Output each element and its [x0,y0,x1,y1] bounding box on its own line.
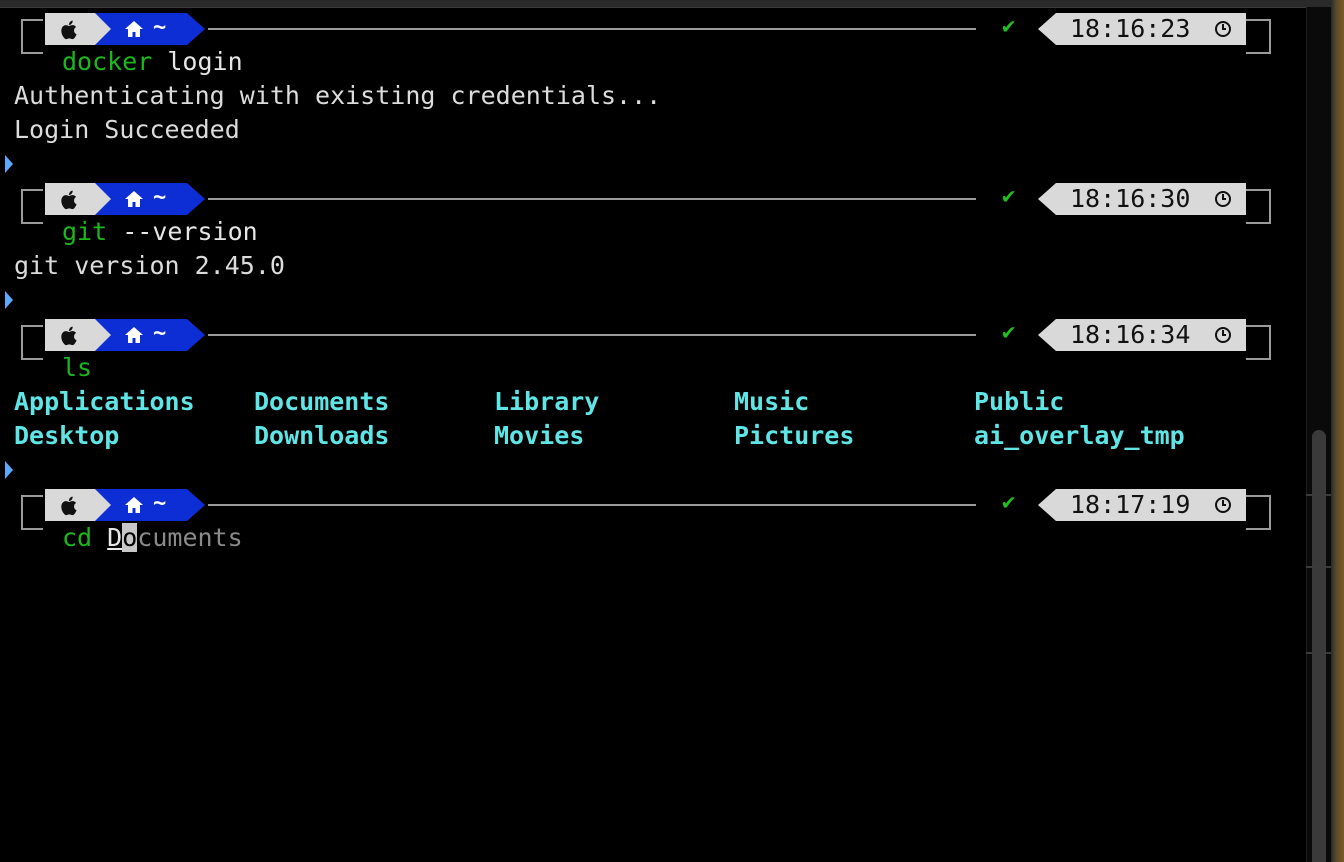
listing-item: Downloads [254,421,390,450]
prompt-filler-line [208,504,976,506]
prompt-frame-right [1246,495,1271,530]
autosuggestion-text: cuments [137,523,243,552]
listing-item: Library [494,387,600,416]
clock-icon [1215,497,1231,513]
directory-label: ~ [153,491,167,516]
listing-item: ai_overlay_tmp [974,421,1185,450]
listing-item: Movies [494,421,585,450]
listing-item: Applications [14,387,195,416]
prompt-time: 18:17:19 [1070,490,1191,519]
text-cursor: o [122,523,138,552]
desktop-edge [1331,0,1344,862]
status-ok-icon: ✔ [1002,184,1016,209]
directory-label: ~ [153,185,167,210]
command-line: docker login [62,47,243,76]
prompt-filler-line [208,334,976,336]
command-name: docker [62,47,153,76]
output-line: git version 2.45.0 [14,251,285,280]
prompt-frame-left [21,495,43,530]
apple-icon [61,20,77,40]
prompt-frame-left [21,189,43,224]
status-ok-icon: ✔ [1002,14,1016,39]
output-line: Login Succeeded [14,115,240,144]
home-icon [125,191,143,207]
scroll-mark [1306,652,1331,654]
listing-item: Pictures [734,421,855,450]
prompt-frame-left [21,325,43,360]
prompt-frame-right [1246,325,1271,360]
output-line: Authenticating with existing credentials… [14,81,662,110]
prompt-frame-right [1246,19,1271,54]
directory-label: ~ [153,321,167,346]
time-segment: 18:17:19 [1038,489,1246,521]
command-args: login [167,47,243,76]
command-line: ls [62,353,92,382]
prompt-block-3: ~ ✔ 18:16:34 [0,306,1306,366]
apple-icon [61,496,77,516]
prompt-time: 18:16:23 [1070,14,1191,43]
directory-segment: ~ [95,489,205,521]
clock-icon [1215,21,1231,37]
apple-icon [61,326,77,346]
listing-item: Music [734,387,810,416]
command-name: cd [62,523,93,552]
prompt-filler-line [208,198,976,200]
command-line: git --version [62,217,258,246]
listing-item: Public [974,387,1065,416]
status-ok-icon: ✔ [1002,490,1016,515]
home-icon [125,21,143,37]
time-segment: 18:16:30 [1038,183,1246,215]
scroll-mark [1306,494,1331,496]
command-args: --version [122,217,258,246]
prompt-filler-line [208,28,976,30]
time-segment: 18:16:34 [1038,319,1246,351]
home-icon [125,497,143,513]
status-ok-icon: ✔ [1002,320,1016,345]
typed-text: D [107,523,123,552]
command-input-line[interactable]: cd Documents [62,523,243,552]
directory-label: ~ [153,15,167,40]
listing-item: Documents [254,387,390,416]
prompt-frame-left [21,19,43,54]
command-name: git [62,217,108,246]
clock-icon [1215,327,1231,343]
prompt-frame-right [1246,189,1271,224]
prompt-time: 18:16:30 [1070,184,1191,213]
directory-segment: ~ [95,183,205,215]
listing-item: Desktop [14,421,120,450]
command-name: ls [62,353,93,382]
prompt-time: 18:16:34 [1070,320,1191,349]
scroll-mark [1306,566,1331,568]
apple-icon [61,190,77,210]
directory-segment: ~ [95,319,205,351]
home-icon [125,327,143,343]
clock-icon [1215,191,1231,207]
time-segment: 18:16:23 [1038,13,1246,45]
directory-segment: ~ [95,13,205,45]
